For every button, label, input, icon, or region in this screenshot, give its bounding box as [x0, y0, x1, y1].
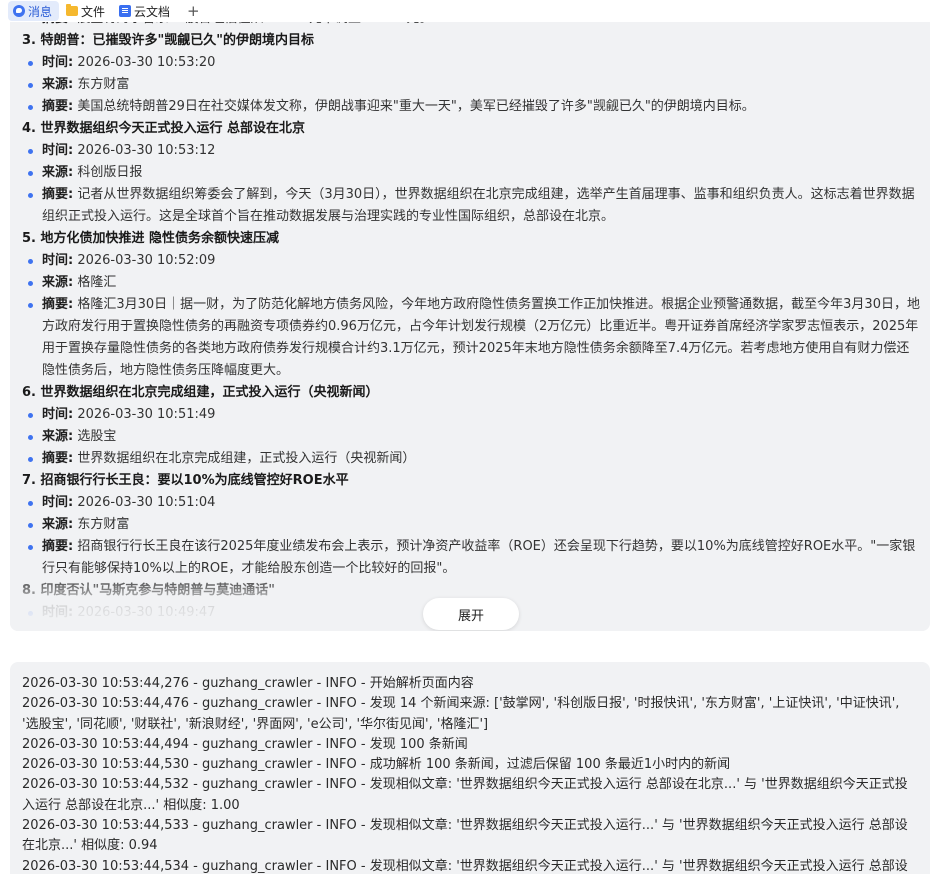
- field-key: 来源:: [42, 165, 74, 180]
- field-value: 世界数据组织在北京完成组建，正式投入运行（央视新闻）: [73, 451, 416, 466]
- news-field: 时间: 2026-03-30 10:51:49: [22, 404, 922, 426]
- field-value: 选股宝: [73, 429, 117, 444]
- news-title: 3. 特朗普：已摧毁许多"觊觎已久"的伊朗境内目标: [22, 33, 315, 48]
- add-tab-button[interactable]: +: [179, 1, 208, 21]
- cloud-doc-icon: [119, 5, 132, 17]
- field-value: 东方财富: [73, 517, 130, 532]
- field-key: 来源:: [42, 429, 74, 444]
- field-key: 摘要:: [42, 22, 73, 26]
- news-field: 来源: 东方财富: [22, 74, 922, 96]
- news-field: 摘要: 记者从世界数据组织筹委会了解到，今天（3月30日），世界数据组织在北京完…: [22, 184, 922, 228]
- field-key: 时间:: [42, 407, 74, 422]
- field-key: 来源:: [42, 275, 74, 290]
- field-value: 2026-03-30 10:52:09: [73, 253, 216, 268]
- field-key: 时间:: [42, 495, 74, 510]
- log-line: 2026-03-30 10:53:44,534 - guzhang_crawle…: [22, 858, 908, 874]
- news-field: 摘要: 美国总统特朗普29日在社交媒体发文称，伊朗战事迎来"重大一天"，美军已经…: [22, 96, 922, 118]
- news-field: 来源: 科创版日报: [22, 162, 922, 184]
- news-field: 摘要: 晨星将海尔智家 A 股合理估值从 33.50 元下调至 30.50 元。: [22, 22, 922, 30]
- news-title: 6. 世界数据组织在北京完成组建，正式投入运行（央视新闻）: [22, 385, 379, 400]
- tab-label: 文件: [81, 4, 106, 19]
- field-key: 时间:: [42, 253, 74, 268]
- folder-icon: [66, 4, 79, 16]
- news-field: 时间: 2026-03-30 10:53:12: [22, 140, 922, 162]
- field-value: 记者从世界数据组织筹委会了解到，今天（3月30日），世界数据组织在北京完成组建，…: [42, 187, 915, 224]
- tab-files[interactable]: 文件: [61, 1, 112, 21]
- field-value: 格隆汇: [73, 275, 117, 290]
- tab-label: 云文档: [134, 4, 171, 19]
- log-message-card: 2026-03-30 10:53:44,276 - guzhang_crawle…: [10, 662, 930, 874]
- news-field: 摘要: 格隆汇3月30日｜据一财，为了防范化解地方债务风险，今年地方政府隐性债务…: [22, 294, 922, 382]
- field-key: 摘要:: [42, 539, 74, 554]
- field-key: 时间:: [42, 143, 74, 158]
- field-value: 2026-03-30 10:53:12: [73, 143, 216, 158]
- field-key: 摘要:: [42, 187, 74, 202]
- field-value: 东方财富: [73, 77, 130, 92]
- news-title: 5. 地方化债加快推进 隐性债务余额快速压减: [22, 231, 280, 246]
- field-key: 来源:: [42, 517, 74, 532]
- tab-bar: 消息 文件 云文档 +: [0, 0, 935, 22]
- log-line: 2026-03-30 10:53:44,530 - guzhang_crawle…: [22, 757, 731, 773]
- tab-messages[interactable]: 消息: [8, 1, 60, 21]
- news-field: 时间: 2026-03-30 10:53:20: [22, 52, 922, 74]
- field-key: 时间:: [42, 55, 74, 70]
- log-list: 2026-03-30 10:53:44,276 - guzhang_crawle…: [22, 674, 918, 874]
- news-field: 时间: 2026-03-30 10:51:04: [22, 492, 922, 514]
- field-key: 来源:: [42, 77, 74, 92]
- field-value: 2026-03-30 10:51:04: [73, 495, 216, 510]
- news-title: 4. 世界数据组织今天正式投入运行 总部设在北京: [22, 121, 306, 136]
- field-value: 科创版日报: [73, 165, 143, 180]
- news-field: 摘要: 世界数据组织在北京完成组建，正式投入运行（央视新闻）: [22, 448, 922, 470]
- log-line: 2026-03-30 10:53:44,532 - guzhang_crawle…: [22, 777, 908, 813]
- log-line: 2026-03-30 10:53:44,476 - guzhang_crawle…: [22, 696, 904, 732]
- field-value: 2026-03-30 10:53:20: [73, 55, 216, 70]
- field-value: 2026-03-30 10:51:49: [73, 407, 216, 422]
- tab-cloud-docs[interactable]: 云文档: [114, 1, 177, 21]
- log-line: 2026-03-30 10:53:44,533 - guzhang_crawle…: [22, 818, 908, 854]
- message-icon: [13, 5, 25, 17]
- news-list: 摘要: 晨星将海尔智家 A 股合理估值从 33.50 元下调至 30.50 元。…: [22, 22, 922, 624]
- expand-button[interactable]: 展开: [423, 598, 519, 630]
- field-key: 摘要:: [42, 451, 74, 466]
- news-field: 时间: 2026-03-30 10:52:09: [22, 250, 922, 272]
- news-message-card: 摘要: 晨星将海尔智家 A 股合理估值从 33.50 元下调至 30.50 元。…: [10, 22, 930, 631]
- news-field: 来源: 选股宝: [22, 426, 922, 448]
- news-field: 来源: 格隆汇: [22, 272, 922, 294]
- field-key: 摘要:: [42, 99, 74, 114]
- tab-label: 消息: [28, 4, 53, 19]
- log-line: 2026-03-30 10:53:44,276 - guzhang_crawle…: [22, 676, 474, 691]
- log-line: 2026-03-30 10:53:44,494 - guzhang_crawle…: [22, 736, 468, 752]
- field-value: 美国总统特朗普29日在社交媒体发文称，伊朗战事迎来"重大一天"，美军已经摧毁了许…: [73, 99, 755, 114]
- news-title: 7. 招商银行行长王良：要以10%为底线管控好ROE水平: [22, 473, 349, 488]
- news-field: 来源: 东方财富: [22, 514, 922, 536]
- field-value: 格隆汇3月30日｜据一财，为了防范化解地方债务风险，今年地方政府隐性债务置换工作…: [42, 297, 920, 378]
- field-key: 摘要:: [42, 297, 74, 312]
- field-value: 晨星将海尔智家 A 股合理估值从 33.50 元下调至 30.50 元。: [73, 22, 432, 26]
